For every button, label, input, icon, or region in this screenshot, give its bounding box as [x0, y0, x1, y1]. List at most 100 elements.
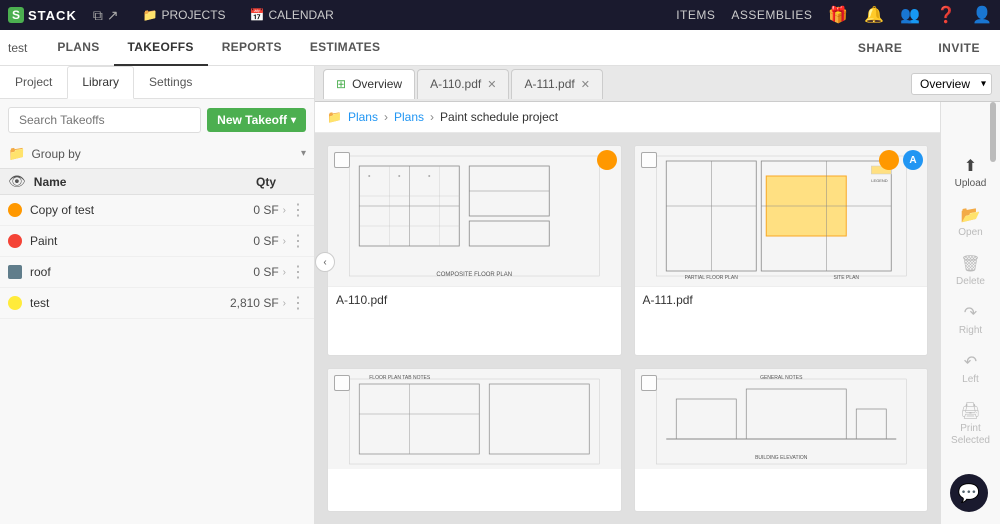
item-menu-roof[interactable]: ⋮: [290, 262, 306, 282]
takeoff-item-copy-of-test[interactable]: Copy of test 0 SF › ⋮: [0, 195, 314, 226]
content-tab-overview-label: Overview: [352, 77, 402, 91]
item-qty-paint: 0 SF: [219, 234, 279, 248]
projects-icon: 📁: [143, 8, 158, 22]
file-checkbox-4[interactable]: [641, 375, 657, 391]
assemblies-link[interactable]: ASSEMBLIES: [731, 8, 812, 22]
stack-logo-icon: S: [8, 7, 24, 23]
sidebar-tab-library[interactable]: Library: [67, 66, 134, 99]
top-nav: S STACK ⧉ ↗ 📁 PROJECTS 📅 CALENDAR ITEMS …: [0, 0, 1000, 30]
user-badge-a111-b: A: [903, 150, 923, 170]
top-nav-items: 📁 PROJECTS 📅 CALENDAR: [131, 0, 346, 30]
team-icon[interactable]: 👥: [900, 5, 920, 25]
calendar-icon: 📅: [250, 8, 265, 22]
expand-icon[interactable]: ⧉: [93, 7, 103, 24]
invite-button[interactable]: INVITE: [926, 37, 992, 59]
bell-icon[interactable]: 🔔: [864, 5, 884, 25]
takeoff-item-roof[interactable]: roof 0 SF › ⋮: [0, 257, 314, 288]
external-icon[interactable]: ↗: [107, 7, 119, 24]
file-card-a111[interactable]: A PARTIAL: [634, 145, 929, 356]
projects-label: PROJECTS: [162, 8, 226, 22]
svg-text:GENERAL NOTES: GENERAL NOTES: [760, 375, 803, 381]
swatch-roof: [8, 265, 22, 279]
file-card-thumb-a110: COMPOSITE FLOOR PLAN: [328, 146, 621, 286]
content-tab-a110[interactable]: A-110.pdf ✕: [417, 69, 509, 99]
close-tab-a110[interactable]: ✕: [487, 78, 496, 91]
breadcrumb-current: Paint schedule project: [440, 110, 558, 124]
rotate-left-icon: ↶: [964, 352, 977, 372]
file-card-a110[interactable]: COMPOSITE FLOOR PLAN A-110.pdf: [327, 145, 622, 356]
item-qty-roof: 0 SF: [219, 265, 279, 279]
tab-reports[interactable]: REPORTS: [208, 30, 296, 66]
sidebar-tab-project[interactable]: Project: [0, 66, 67, 98]
overview-select[interactable]: Overview List Grid: [911, 73, 992, 95]
new-takeoff-label: New Takeoff: [217, 113, 287, 127]
nav-item-calendar[interactable]: 📅 CALENDAR: [238, 0, 346, 30]
print-action[interactable]: 🖨 PrintSelected: [941, 395, 1000, 453]
swatch-paint: [8, 234, 22, 248]
new-takeoff-button[interactable]: New Takeoff ▾: [207, 108, 306, 132]
item-menu-paint[interactable]: ⋮: [290, 231, 306, 251]
file-checkbox-3[interactable]: [334, 375, 350, 391]
user-badge-a111: [879, 150, 899, 170]
file-card-label-a110: A-110.pdf: [328, 286, 621, 313]
second-nav: test PLANS TAKEOFFS REPORTS ESTIMATES SH…: [0, 30, 1000, 66]
breadcrumb-plans1[interactable]: Plans: [348, 110, 378, 124]
item-menu-test[interactable]: ⋮: [290, 293, 306, 313]
project-name[interactable]: test: [8, 41, 27, 55]
blueprint-svg-3: FLOOR PLAN TAB NOTES: [328, 369, 621, 469]
breadcrumb-folder-icon: 📁: [327, 110, 342, 124]
content-tab-a111[interactable]: A-111.pdf ✕: [511, 69, 602, 99]
svg-text:LEGEND: LEGEND: [871, 178, 888, 183]
window-icons: ⧉ ↗: [93, 7, 119, 24]
tab-estimates[interactable]: ESTIMATES: [296, 30, 394, 66]
user-icon[interactable]: 👤: [972, 5, 992, 25]
user-badge-a110: [597, 150, 617, 170]
help-icon[interactable]: ❓: [936, 5, 956, 25]
open-action[interactable]: 📂 Open: [941, 199, 1000, 244]
sidebar-tab-settings[interactable]: Settings: [134, 66, 207, 98]
nav-item-projects[interactable]: 📁 PROJECTS: [131, 0, 238, 30]
chat-icon: 💬: [958, 483, 980, 504]
scroll-indicator[interactable]: [990, 102, 996, 162]
header-name: Name: [34, 175, 216, 189]
search-row: New Takeoff ▾: [8, 107, 306, 133]
close-tab-a111[interactable]: ✕: [581, 78, 590, 91]
breadcrumb: 📁 Plans › Plans › Paint schedule project: [315, 102, 1000, 133]
file-card-3[interactable]: FLOOR PLAN TAB NOTES: [327, 368, 622, 512]
tab-plans[interactable]: PLANS: [43, 30, 113, 66]
collapse-sidebar-button[interactable]: ‹: [315, 252, 335, 272]
group-folder-icon: 📁: [8, 145, 25, 162]
file-checkbox-a111[interactable]: [641, 152, 657, 168]
right-label: Right: [959, 325, 982, 336]
file-card-4[interactable]: GENERAL NOTES BUILDING ELEVATION: [634, 368, 929, 512]
breadcrumb-sep2: ›: [430, 110, 434, 124]
share-button[interactable]: SHARE: [846, 37, 915, 59]
sidebar-tabs: Project Library Settings: [0, 66, 314, 99]
svg-text:PARTIAL FLOOR PLAN: PARTIAL FLOOR PLAN: [684, 275, 738, 281]
takeoff-item-paint[interactable]: Paint 0 SF › ⋮: [0, 226, 314, 257]
gift-icon[interactable]: 🎁: [828, 5, 848, 25]
file-checkbox-a110[interactable]: [334, 152, 350, 168]
left-label: Left: [962, 374, 979, 385]
content-tab-overview[interactable]: ⊞ Overview: [323, 69, 415, 99]
items-link[interactable]: ITEMS: [676, 8, 715, 22]
app-name: STACK: [28, 8, 77, 23]
delete-action[interactable]: 🗑 Delete: [941, 248, 1000, 293]
eye-icon[interactable]: 👁: [8, 173, 26, 190]
sidebar: Project Library Settings New Takeoff ▾ 📁…: [0, 66, 315, 524]
print-icon: 🖨: [960, 401, 980, 421]
tab-takeoffs[interactable]: TAKEOFFS: [114, 30, 208, 66]
item-menu-copy-of-test[interactable]: ⋮: [290, 200, 306, 220]
search-input[interactable]: [8, 107, 201, 133]
takeoff-item-test[interactable]: test 2,810 SF › ⋮: [0, 288, 314, 319]
swatch-copy-of-test: [8, 203, 22, 217]
left-action[interactable]: ↶ Left: [941, 346, 1000, 391]
item-qty-copy-of-test: 0 SF: [219, 203, 279, 217]
chat-bubble[interactable]: 💬: [950, 474, 988, 512]
upload-icon: ⬆: [964, 156, 977, 176]
right-action[interactable]: ↷ Right: [941, 297, 1000, 342]
breadcrumb-plans2[interactable]: Plans: [394, 110, 424, 124]
group-by-row[interactable]: 📁 Group by ▾: [0, 141, 314, 168]
rotate-right-icon: ↷: [964, 303, 977, 323]
app-logo[interactable]: S STACK: [8, 7, 77, 23]
